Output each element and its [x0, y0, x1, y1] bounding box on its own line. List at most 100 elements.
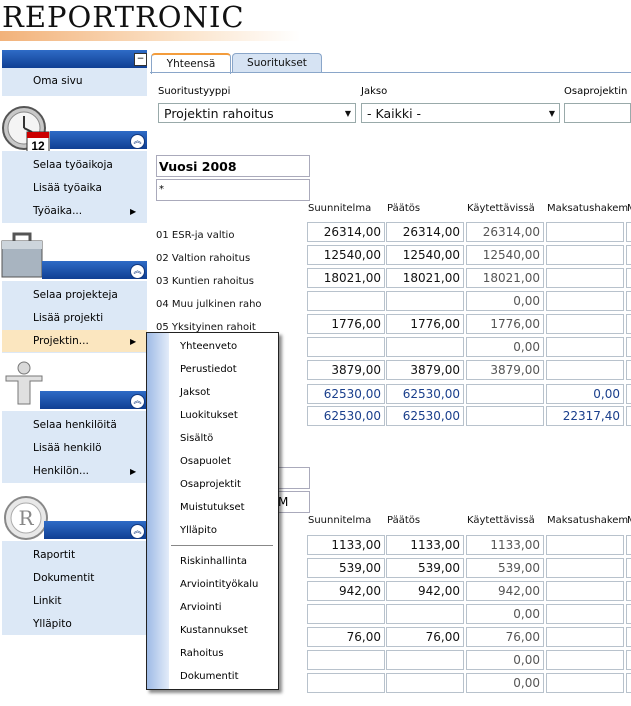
- sidebar-item-oma-sivu[interactable]: Oma sivu: [33, 75, 83, 87]
- sidebar-item-henkilon[interactable]: Henkilön...: [33, 465, 89, 477]
- menu-item-rahoitus[interactable]: Rahoitus: [180, 648, 224, 659]
- table-cell[interactable]: 26314,00: [307, 222, 385, 242]
- table-cell[interactable]: [546, 535, 624, 555]
- period-select[interactable]: - Kaikki - ▼: [361, 103, 560, 123]
- table-cell[interactable]: [626, 627, 631, 647]
- table-cell[interactable]: [307, 337, 385, 357]
- year-subtitle-field[interactable]: [156, 179, 310, 201]
- table-cell[interactable]: [626, 604, 631, 624]
- table-cell[interactable]: 76,00: [307, 627, 385, 647]
- table-cell[interactable]: [546, 291, 624, 311]
- table-cell[interactable]: 539,00: [307, 558, 385, 578]
- table-cell[interactable]: [626, 314, 631, 334]
- table-cell[interactable]: [546, 673, 624, 693]
- sidebar-item-dokumentit[interactable]: Dokumentit: [33, 572, 94, 584]
- sidebar-item-selaa-henkiloita[interactable]: Selaa henkilöitä: [33, 419, 117, 431]
- table-cell[interactable]: [626, 581, 631, 601]
- table-cell[interactable]: 1133,00: [466, 535, 544, 555]
- table-cell[interactable]: 18021,00: [466, 268, 544, 288]
- type-select[interactable]: Projektin rahoitus ▼: [158, 103, 356, 123]
- table-cell[interactable]: [546, 558, 624, 578]
- table-cell[interactable]: [386, 337, 464, 357]
- table-cell[interactable]: 12540,00: [386, 245, 464, 265]
- table-cell[interactable]: [386, 673, 464, 693]
- table-cell[interactable]: 3879,00: [466, 360, 544, 380]
- table-cell[interactable]: [546, 222, 624, 242]
- table-cell[interactable]: [546, 581, 624, 601]
- table-cell[interactable]: [546, 268, 624, 288]
- sidebar-item-yllapito[interactable]: Ylläpito: [33, 618, 72, 630]
- sidebar-item-tyoaika[interactable]: Työaika...: [33, 205, 82, 217]
- table-cell[interactable]: 76,00: [466, 627, 544, 647]
- table-cell[interactable]: [546, 337, 624, 357]
- table-cell[interactable]: [546, 360, 624, 380]
- menu-item-yllapito[interactable]: Ylläpito: [180, 525, 217, 536]
- table-cell[interactable]: [626, 268, 631, 288]
- table-cell[interactable]: 0,00: [466, 673, 544, 693]
- sidebar-item-selaa-projekteja[interactable]: Selaa projekteja: [33, 289, 118, 301]
- table-cell[interactable]: 26314,00: [466, 222, 544, 242]
- chevron-up-icon[interactable]: ︽: [130, 134, 145, 149]
- subproject-select[interactable]: [564, 103, 631, 123]
- table-cell[interactable]: [626, 673, 631, 693]
- sidebar-item-lisaa-projekti[interactable]: Lisää projekti: [33, 312, 103, 324]
- table-cell[interactable]: 26314,00: [386, 222, 464, 242]
- tab-suoritukset[interactable]: Suoritukset: [232, 53, 322, 73]
- table-cell[interactable]: [546, 604, 624, 624]
- sidebar-item-projektin[interactable]: Projektin...: [33, 335, 89, 347]
- table-cell[interactable]: 539,00: [466, 558, 544, 578]
- chevron-up-icon[interactable]: ︽: [130, 394, 145, 409]
- table-cell[interactable]: [307, 650, 385, 670]
- table-cell[interactable]: [546, 314, 624, 334]
- collapse-icon[interactable]: −: [134, 53, 147, 66]
- table-cell[interactable]: 0,00: [466, 650, 544, 670]
- table-cell[interactable]: [626, 291, 631, 311]
- menu-item-osapuolet[interactable]: Osapuolet: [180, 456, 231, 467]
- table-cell[interactable]: 0,00: [466, 291, 544, 311]
- table-cell[interactable]: 12540,00: [307, 245, 385, 265]
- table-cell[interactable]: [626, 535, 631, 555]
- table-cell[interactable]: [626, 360, 631, 380]
- table-cell[interactable]: [626, 337, 631, 357]
- table-cell[interactable]: 1133,00: [386, 535, 464, 555]
- table-cell[interactable]: 0,00: [466, 337, 544, 357]
- table-cell[interactable]: [307, 604, 385, 624]
- menu-item-muistutukset[interactable]: Muistutukset: [180, 502, 245, 513]
- menu-item-yhteenveto[interactable]: Yhteenveto: [180, 341, 237, 352]
- menu-item-sisalto[interactable]: Sisältö: [180, 433, 213, 444]
- menu-item-arviointi[interactable]: Arviointi: [180, 602, 222, 613]
- chevron-up-icon[interactable]: ︽: [130, 264, 145, 279]
- table-cell[interactable]: 1776,00: [307, 314, 385, 334]
- menu-item-jaksot[interactable]: Jaksot: [180, 387, 210, 398]
- table-cell[interactable]: 12540,00: [466, 245, 544, 265]
- table-cell[interactable]: 3879,00: [386, 360, 464, 380]
- table-cell[interactable]: [386, 650, 464, 670]
- table-cell[interactable]: [546, 627, 624, 647]
- chevron-up-icon[interactable]: ︽: [130, 524, 145, 539]
- table-cell[interactable]: [386, 291, 464, 311]
- table-cell[interactable]: [546, 650, 624, 670]
- table-cell[interactable]: 3879,00: [307, 360, 385, 380]
- menu-item-osaprojektit[interactable]: Osaprojektit: [180, 479, 241, 490]
- sidebar-item-linkit[interactable]: Linkit: [33, 595, 62, 607]
- sidebar-item-raportit[interactable]: Raportit: [33, 549, 75, 561]
- table-cell[interactable]: 942,00: [386, 581, 464, 601]
- table-cell[interactable]: 942,00: [466, 581, 544, 601]
- menu-item-luokitukset[interactable]: Luokitukset: [180, 410, 238, 421]
- menu-item-arviointityokalu[interactable]: Arviointityökalu: [180, 579, 258, 590]
- table-cell[interactable]: 942,00: [307, 581, 385, 601]
- menu-item-perustiedot[interactable]: Perustiedot: [180, 364, 237, 375]
- table-cell[interactable]: [626, 558, 631, 578]
- tab-yhteensa[interactable]: Yhteensä: [151, 53, 231, 74]
- table-cell[interactable]: [626, 245, 631, 265]
- table-cell[interactable]: 18021,00: [307, 268, 385, 288]
- menu-item-riskinhallinta[interactable]: Riskinhallinta: [180, 556, 247, 567]
- table-cell[interactable]: [386, 604, 464, 624]
- table-cell[interactable]: 1776,00: [466, 314, 544, 334]
- menu-item-kustannukset[interactable]: Kustannukset: [180, 625, 248, 636]
- table-cell[interactable]: 0,00: [466, 604, 544, 624]
- table-cell[interactable]: 1776,00: [386, 314, 464, 334]
- sidebar-item-lisaa-henkilo[interactable]: Lisää henkilö: [33, 442, 102, 454]
- table-cell[interactable]: [626, 650, 631, 670]
- table-cell[interactable]: 1133,00: [307, 535, 385, 555]
